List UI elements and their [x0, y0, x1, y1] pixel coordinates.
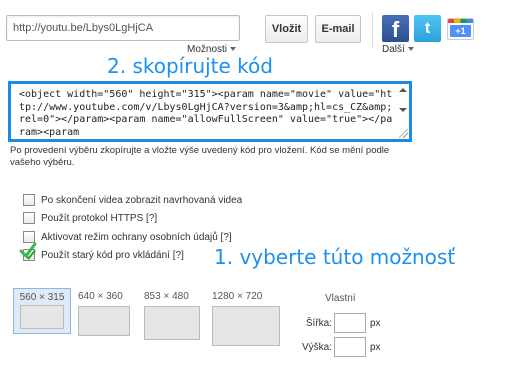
- twitter-icon[interactable]: t: [414, 15, 441, 42]
- size-preview: [212, 306, 280, 346]
- chevron-down-icon: [407, 47, 414, 52]
- width-input[interactable]: [334, 313, 366, 333]
- size-label: 560 × 315: [19, 292, 65, 303]
- step2-annotation: 2. skopírujte kód: [107, 54, 273, 78]
- embed-code-textarea[interactable]: <object width="560" height="315"><param …: [19, 89, 397, 138]
- resize-grip-icon[interactable]: [399, 129, 408, 138]
- email-button[interactable]: E-mail: [315, 15, 361, 43]
- facebook-icon[interactable]: f: [382, 15, 409, 42]
- embed-code-scrollbar[interactable]: [399, 86, 407, 130]
- width-unit: px: [370, 317, 381, 329]
- checkbox[interactable]: [23, 194, 35, 206]
- size-preset-640[interactable]: 640 × 360: [78, 291, 130, 336]
- embed-code-highlight-frame: <object width="560" height="315"><param …: [8, 81, 412, 142]
- custom-size-label: Vlastní: [325, 293, 356, 304]
- custom-width-row: Šířka: px: [302, 313, 381, 333]
- google-plus-color-bar: [448, 19, 473, 23]
- green-checkmark-icon: [19, 242, 37, 258]
- size-preview: [144, 306, 200, 340]
- google-plus-icon[interactable]: +1: [447, 18, 474, 40]
- scroll-up-icon[interactable]: [399, 88, 407, 92]
- share-url-input[interactable]: http://youtu.be/Lbys0LgHjCA: [6, 15, 240, 41]
- height-unit: px: [370, 341, 381, 353]
- size-preset-1280[interactable]: 1280 × 720: [212, 291, 280, 346]
- checkbox[interactable]: [23, 212, 35, 224]
- option-https[interactable]: Použít protokol HTTPS [?]: [23, 211, 157, 225]
- divider: [372, 12, 373, 48]
- option-privacy-mode[interactable]: Aktivovat režim ochrany osobních údajů […: [23, 230, 232, 244]
- option-label: Aktivovat režim ochrany osobních údajů […: [41, 231, 232, 243]
- size-preview: [78, 306, 130, 336]
- more-label: Další: [382, 44, 405, 55]
- chevron-down-icon: [230, 47, 237, 52]
- height-label: Výška:: [302, 341, 333, 353]
- size-preset-853[interactable]: 853 × 480: [144, 291, 200, 340]
- option-label: Použít protokol HTTPS [?]: [41, 212, 158, 224]
- size-preset-560[interactable]: 560 × 315: [13, 288, 71, 334]
- option-suggested-videos[interactable]: Po skončení videa zobrazit navrhovaná vi…: [23, 193, 242, 207]
- size-preview: [20, 305, 64, 329]
- width-label: Šířka:: [305, 317, 332, 329]
- size-label: 640 × 360: [78, 291, 123, 302]
- custom-height-row: Výška: px: [302, 337, 381, 357]
- scroll-down-icon[interactable]: [399, 108, 407, 112]
- step1-annotation: 1. vyberte túto možnosť: [214, 245, 456, 269]
- option-label: Použít starý kód pro vkládání [?]: [41, 249, 184, 261]
- size-label: 853 × 480: [144, 291, 189, 302]
- more-dropdown[interactable]: Další: [382, 44, 414, 55]
- option-label: Po skončení videa zobrazit navrhovaná vi…: [41, 194, 243, 206]
- size-label: 1280 × 720: [212, 291, 263, 302]
- height-input[interactable]: [334, 337, 366, 357]
- option-old-embed-code[interactable]: Použít starý kód pro vkládání [?]: [23, 248, 184, 262]
- google-plus-label: +1: [450, 25, 471, 37]
- embed-help-text: Po provedení výběru zkopírujte a vložte …: [10, 145, 390, 168]
- embed-button[interactable]: Vložit: [265, 15, 308, 43]
